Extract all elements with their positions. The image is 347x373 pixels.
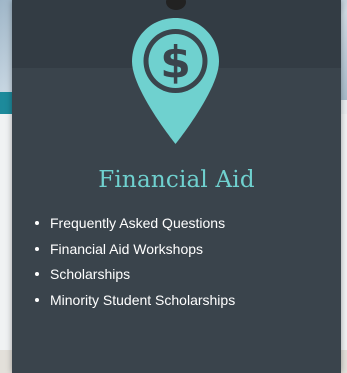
list-item-workshops: Financial Aid Workshops (35, 240, 235, 266)
list-item-faq: Frequently Asked Questions (35, 214, 235, 240)
minority-scholarships-link[interactable]: Minority Student Scholarships (50, 292, 235, 308)
scholarships-link[interactable]: Scholarships (50, 266, 130, 282)
dollar-map-pin-icon: $ (130, 16, 221, 146)
workshops-link[interactable]: Financial Aid Workshops (50, 241, 203, 257)
list-item-minority-scholarships: Minority Student Scholarships (35, 291, 235, 317)
faq-link[interactable]: Frequently Asked Questions (50, 215, 225, 231)
list-item-scholarships: Scholarships (35, 265, 235, 291)
bullet-icon (35, 221, 39, 225)
bullet-icon (35, 272, 39, 276)
dollar-sign-icon: $ (160, 37, 191, 88)
financial-aid-link-list: Frequently Asked Questions Financial Aid… (35, 214, 235, 316)
bullet-icon (35, 246, 39, 251)
card-title: Financial Aid (98, 167, 255, 193)
bullet-icon (35, 297, 39, 302)
financial-aid-card: $ Financial Aid Frequently Asked Questio… (12, 0, 341, 373)
dollar-map-pin-svg: $ (132, 18, 219, 144)
